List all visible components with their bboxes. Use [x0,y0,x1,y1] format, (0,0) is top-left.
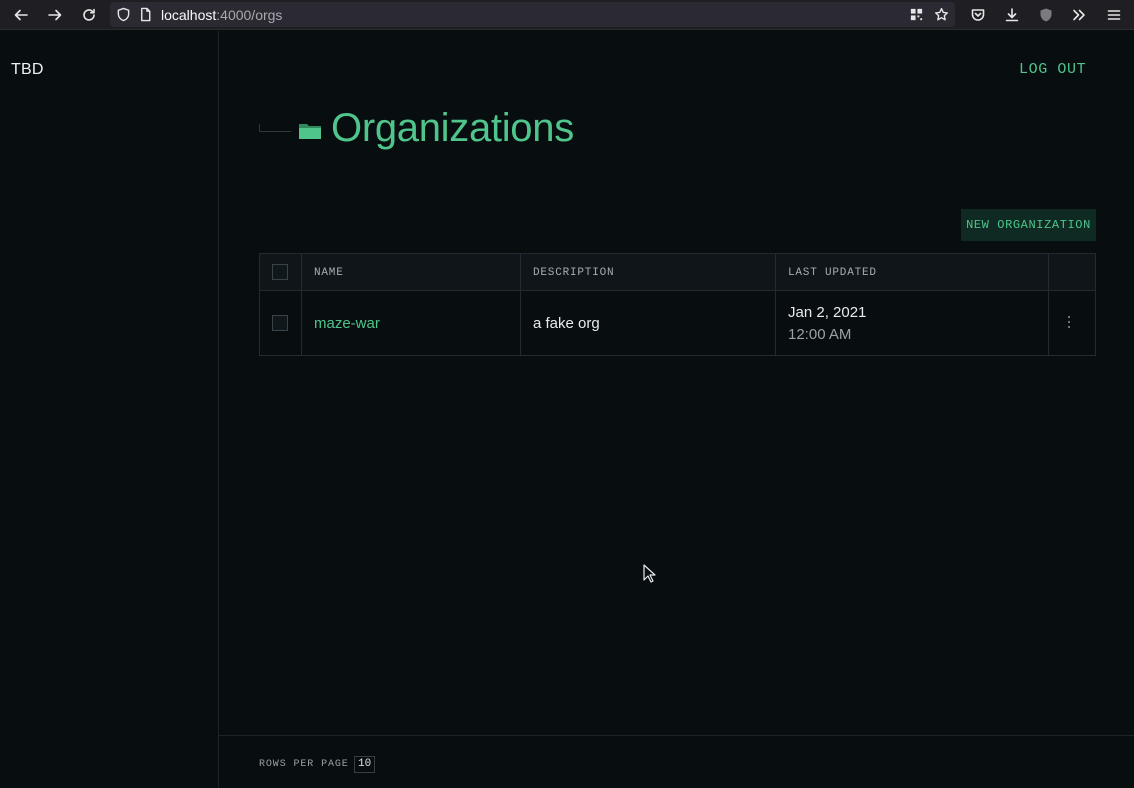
download-icon[interactable] [1001,4,1023,26]
qr-code-icon[interactable] [908,6,925,23]
url-text[interactable]: localhost:4000/orgs [161,7,282,23]
browser-toolbar: localhost:4000/orgs [0,0,1134,30]
row-select-cell [260,291,302,355]
column-header-description-label: DESCRIPTION [533,267,615,279]
column-header-actions [1049,254,1095,290]
bookmark-star-icon[interactable] [933,6,950,23]
breadcrumb-connector [259,124,291,132]
table-footer: ROWS PER PAGE 10 [219,735,1134,788]
rows-per-page-label: ROWS PER PAGE [259,759,349,770]
reload-icon[interactable] [78,4,100,26]
last-updated-cell: Jan 2, 2021 12:00 AM [776,291,1049,355]
new-organization-button[interactable]: NEW ORGANIZATION [961,209,1096,241]
forward-icon[interactable] [44,4,66,26]
address-bar[interactable]: localhost:4000/orgs [110,2,955,27]
column-header-last-updated-label: LAST UPDATED [788,267,877,279]
hamburger-menu-icon[interactable] [1103,4,1125,26]
more-tools-chevrons-icon[interactable] [1068,4,1090,26]
folder-icon [299,124,321,139]
logout-button[interactable]: LOG OUT [1019,61,1086,78]
actions-cell [1049,291,1095,355]
column-header-last-updated[interactable]: LAST UPDATED [776,254,1049,290]
page-title: Organizations [331,106,574,150]
sidebar: TBD [0,31,219,788]
row-checkbox[interactable] [272,315,288,331]
org-description: a fake org [533,315,600,332]
ublock-extension-icon[interactable] [1035,4,1057,26]
select-all-cell [260,254,302,290]
column-header-description[interactable]: DESCRIPTION [521,254,776,290]
description-cell: a fake org [521,291,776,355]
column-header-name[interactable]: NAME [302,254,521,290]
shield-icon[interactable] [115,6,132,23]
select-all-checkbox[interactable] [272,264,288,280]
name-cell: maze-war [302,291,521,355]
table-header: NAME DESCRIPTION LAST UPDATED [260,254,1095,291]
brand-label[interactable]: TBD [11,61,44,79]
pocket-icon[interactable] [967,4,989,26]
url-path: :4000/orgs [216,7,283,23]
last-updated-time: 12:00 AM [788,326,852,343]
page-icon [137,6,154,23]
org-name-link[interactable]: maze-war [314,315,380,332]
back-icon[interactable] [10,4,32,26]
mouse-cursor-icon [643,564,656,583]
row-actions-kebab-icon[interactable] [1063,313,1075,333]
organizations-table: NAME DESCRIPTION LAST UPDATED maze-war a… [259,253,1096,356]
table-row[interactable]: maze-war a fake org Jan 2, 2021 12:00 AM [260,291,1095,355]
rows-per-page-select[interactable]: 10 [354,756,376,773]
column-header-name-label: NAME [314,267,344,279]
last-updated-date: Jan 2, 2021 [788,304,867,321]
url-host: localhost [161,7,217,23]
